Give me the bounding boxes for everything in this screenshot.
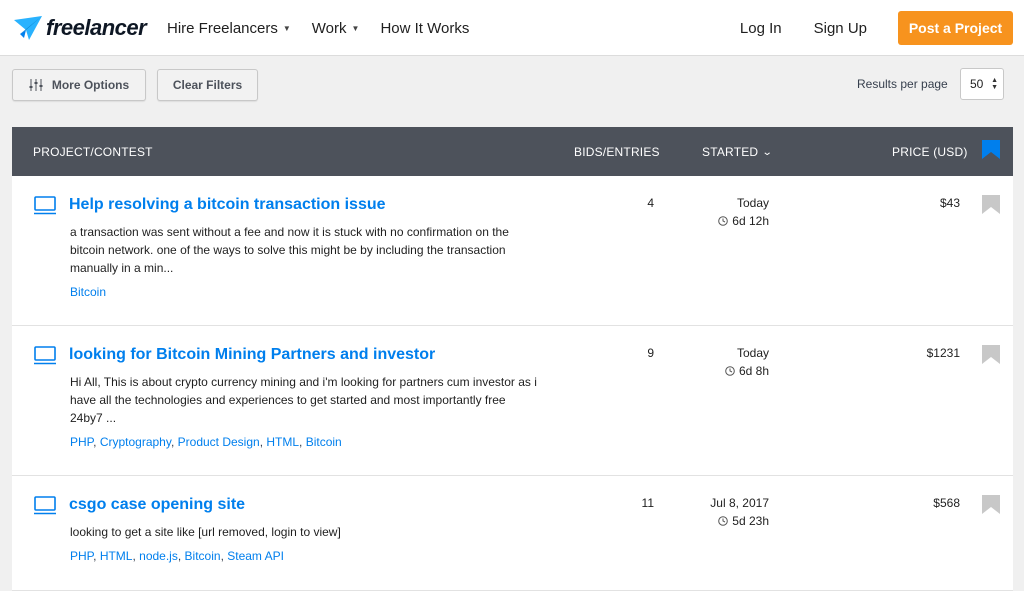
tag-link[interactable]: PHP: [70, 549, 93, 563]
more-options-button[interactable]: More Options: [12, 69, 146, 101]
project-description: Hi All, This is about crypto currency mi…: [70, 375, 537, 425]
nav-how-it-works-label: How It Works: [380, 19, 470, 37]
post-project-button[interactable]: Post a Project: [898, 11, 1013, 45]
freelancer-logo[interactable]: freelancer: [12, 10, 147, 46]
nav-hire-freelancers[interactable]: Hire Freelancers ▼: [167, 20, 291, 37]
clock-icon: [718, 516, 729, 526]
column-header-project[interactable]: PROJECT/CONTEST: [33, 145, 153, 159]
project-tags: PHP, HTML, node.js, Bitcoin, Steam API: [70, 549, 284, 563]
logo-text: freelancer: [46, 15, 147, 40]
monitor-icon: [34, 496, 56, 515]
time-remaining-value: 5d 23h: [732, 514, 769, 528]
started-cell: Today 6d 8h: [725, 346, 769, 378]
time-remaining-value: 6d 8h: [738, 364, 769, 378]
bid-count: 4: [647, 196, 654, 210]
column-header-started[interactable]: STARTED ⌄: [702, 145, 774, 159]
started-cell: Today 6d 12h: [718, 196, 769, 228]
top-navbar: freelancer Hire Freelancers ▼ Work ▼ How…: [0, 0, 1024, 56]
project-tags: PHP, Cryptography, Product Design, HTML,…: [70, 435, 342, 449]
tag-link[interactable]: Bitcoin: [185, 549, 221, 563]
tag-link[interactable]: HTML: [266, 435, 299, 449]
tag-link[interactable]: Steam API: [227, 549, 284, 563]
bookmark-icon[interactable]: [982, 140, 1000, 159]
tag-link[interactable]: Cryptography: [100, 435, 171, 449]
started-cell: Jul 8, 2017 5d 23h: [710, 496, 769, 528]
results-per-page-label: Results per page: [857, 77, 948, 91]
table-header: PROJECT/CONTEST BIDS/ENTRIES STARTED ⌄ P…: [12, 127, 1013, 176]
price: $568: [933, 496, 960, 510]
signup-link[interactable]: Sign Up: [814, 20, 867, 37]
time-remaining: 5d 23h: [710, 514, 769, 528]
caret-down-icon: ▼: [282, 23, 291, 33]
select-arrows-icon: ▲ ▼: [991, 77, 998, 91]
tag-link[interactable]: PHP: [70, 435, 93, 449]
started-date: Today: [736, 196, 769, 210]
project-title[interactable]: csgo case opening site: [69, 496, 245, 514]
column-header-price[interactable]: PRICE (USD): [892, 145, 968, 159]
project-description: a transaction was sent without a fee and…: [70, 225, 509, 275]
tag-link[interactable]: Bitcoin: [70, 285, 106, 299]
table-row: Help resolving a bitcoin transaction iss…: [12, 176, 1013, 326]
clock-icon: [718, 216, 729, 226]
project-title[interactable]: looking for Bitcoin Mining Partners and …: [69, 346, 435, 364]
monitor-icon: [34, 196, 56, 215]
project-title[interactable]: Help resolving a bitcoin transaction iss…: [69, 196, 386, 214]
results-per-page-value: 50: [970, 77, 984, 91]
nav-work-label: Work: [311, 19, 347, 37]
bookmark-icon[interactable]: [982, 345, 1000, 364]
clear-filters-button[interactable]: Clear Filters: [157, 69, 258, 101]
table-row: looking for Bitcoin Mining Partners and …: [12, 326, 1013, 476]
time-remaining: 6d 8h: [725, 364, 769, 378]
project-tags: Bitcoin: [70, 285, 106, 299]
column-header-started-label: STARTED: [702, 145, 759, 159]
column-header-bids[interactable]: BIDS/ENTRIES: [574, 145, 660, 159]
bid-count: 9: [647, 346, 654, 360]
time-remaining-value: 6d 12h: [732, 214, 769, 228]
tag-link[interactable]: Product Design: [178, 435, 260, 449]
login-link[interactable]: Log In: [740, 20, 782, 37]
sliders-icon: [29, 79, 43, 91]
bid-count: 11: [641, 496, 654, 510]
tag-link[interactable]: HTML: [100, 549, 133, 563]
freelancer-bird-icon: [14, 16, 42, 40]
tag-link[interactable]: Bitcoin: [306, 435, 342, 449]
tag-link[interactable]: node.js: [139, 549, 178, 563]
project-table: PROJECT/CONTEST BIDS/ENTRIES STARTED ⌄ P…: [12, 127, 1013, 591]
bookmark-icon[interactable]: [982, 495, 1000, 514]
results-per-page-select[interactable]: 50 ▲ ▼: [960, 68, 1004, 100]
account-nav: Log In Sign Up Post a Project: [740, 0, 1024, 56]
nav-work[interactable]: Work ▼: [312, 20, 360, 37]
more-options-label: More Options: [51, 78, 130, 92]
nav-how-it-works[interactable]: How It Works: [380, 20, 469, 37]
project-description: looking to get a site like [url removed,…: [70, 525, 341, 539]
clock-icon: [725, 366, 735, 376]
started-date: Today: [736, 346, 769, 360]
price: $1231: [926, 346, 960, 360]
bookmark-icon[interactable]: [982, 195, 1000, 214]
main-nav: Hire Freelancers ▼ Work ▼ How It Works: [167, 0, 490, 56]
caret-down-icon: ▼: [351, 23, 360, 33]
chevron-down-icon: ⌄: [762, 146, 774, 158]
price: $43: [939, 196, 960, 210]
time-remaining: 6d 12h: [718, 214, 769, 228]
monitor-icon: [34, 346, 56, 365]
started-date: Jul 8, 2017: [710, 496, 769, 510]
nav-hire-freelancers-label: Hire Freelancers: [167, 19, 278, 37]
table-row: csgo case opening site looking to get a …: [12, 476, 1013, 591]
